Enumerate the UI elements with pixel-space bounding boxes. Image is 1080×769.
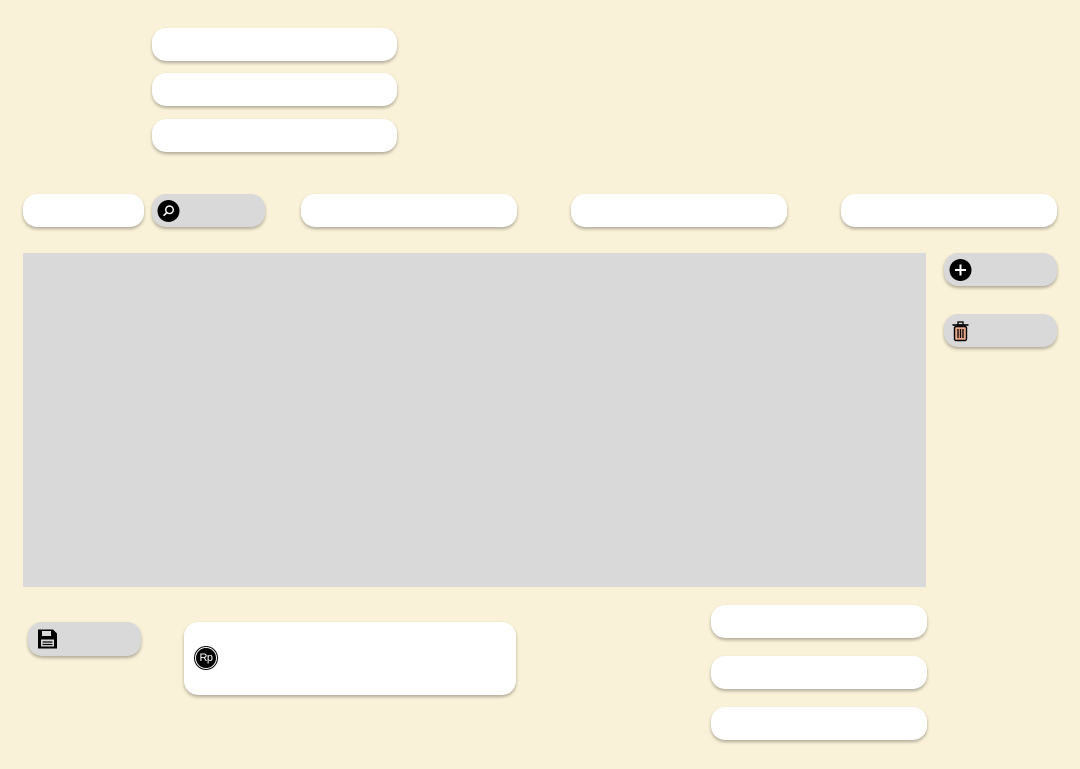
- bottom-field-3[interactable]: [711, 707, 927, 740]
- top-field-2[interactable]: [152, 73, 397, 106]
- avatar-icon: Rp: [195, 647, 217, 669]
- filter-field-1[interactable]: [23, 194, 144, 227]
- trash-icon: [949, 319, 972, 342]
- search-button[interactable]: [152, 194, 265, 227]
- add-button[interactable]: [944, 253, 1057, 286]
- top-field-3[interactable]: [152, 119, 397, 152]
- filter-field-2[interactable]: [301, 194, 517, 227]
- plus-circle-icon: [949, 258, 972, 281]
- content-panel: [23, 253, 926, 587]
- filter-field-4[interactable]: [841, 194, 1057, 227]
- floppy-disk-icon: [36, 628, 59, 651]
- bottom-field-1[interactable]: [711, 605, 927, 638]
- bottom-field-2[interactable]: [711, 656, 927, 689]
- filter-field-3[interactable]: [571, 194, 787, 227]
- delete-button[interactable]: [944, 314, 1057, 347]
- user-card[interactable]: Rp: [184, 622, 516, 695]
- save-button[interactable]: [28, 622, 141, 656]
- top-field-1[interactable]: [152, 28, 397, 61]
- search-icon: [157, 199, 180, 222]
